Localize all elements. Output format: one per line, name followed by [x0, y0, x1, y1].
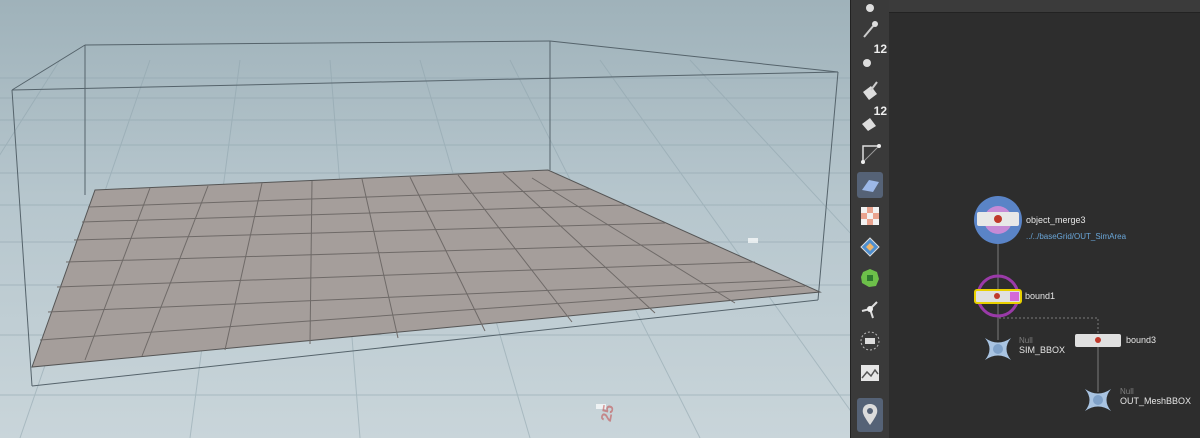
out-meshbbox-type: Null	[1120, 387, 1134, 396]
viewport-canvas	[0, 40, 850, 438]
location-pin-icon[interactable]	[857, 398, 883, 432]
sim-bbox-type: Null	[1019, 336, 1033, 345]
axis-tick-label: 25	[598, 403, 618, 423]
checker-texture-icon[interactable]	[857, 203, 883, 229]
pivot-handle-icon[interactable]	[857, 296, 883, 322]
node-wires	[997, 242, 1099, 392]
object-merge-label: object_merge3	[1026, 215, 1086, 225]
bound3-node[interactable]	[1075, 334, 1121, 347]
curve-corner-icon[interactable]	[857, 140, 883, 166]
diamond-marker-icon[interactable]	[857, 234, 883, 260]
network-editor[interactable]: object_merge3 ../../baseGrid/OUT_SimArea…	[889, 0, 1200, 438]
sim-bbox-label: SIM_BBOX	[1019, 345, 1066, 355]
object-merge-node[interactable]	[974, 196, 1022, 244]
terrain-image-icon[interactable]	[857, 360, 883, 386]
paint-bucket-icon[interactable]	[857, 78, 883, 104]
bound1-label: bound1	[1025, 291, 1056, 301]
sim-bbox-node[interactable]	[985, 338, 1011, 360]
tool-badge: 12	[873, 42, 887, 56]
spheres-count-icon[interactable]: 12	[857, 42, 887, 72]
grid-plane	[31, 169, 822, 368]
paint-bucket-count-icon[interactable]: 12	[857, 104, 887, 134]
bound3-label: bound3	[1126, 335, 1157, 345]
object-merge-path: ../../baseGrid/OUT_SimArea	[1026, 232, 1127, 241]
ring-select-icon[interactable]	[857, 328, 883, 354]
tool-badge: 12	[873, 104, 887, 118]
pin-icon[interactable]	[857, 16, 883, 42]
plane-icon[interactable]	[857, 172, 883, 198]
out-meshbbox-node[interactable]	[1085, 389, 1111, 411]
scene-viewport[interactable]: 25	[0, 0, 850, 438]
tool-shelf: 12 12	[850, 0, 890, 438]
green-shape-icon[interactable]	[857, 265, 883, 291]
out-meshbbox-label: OUT_MeshBBOX	[1120, 396, 1192, 406]
